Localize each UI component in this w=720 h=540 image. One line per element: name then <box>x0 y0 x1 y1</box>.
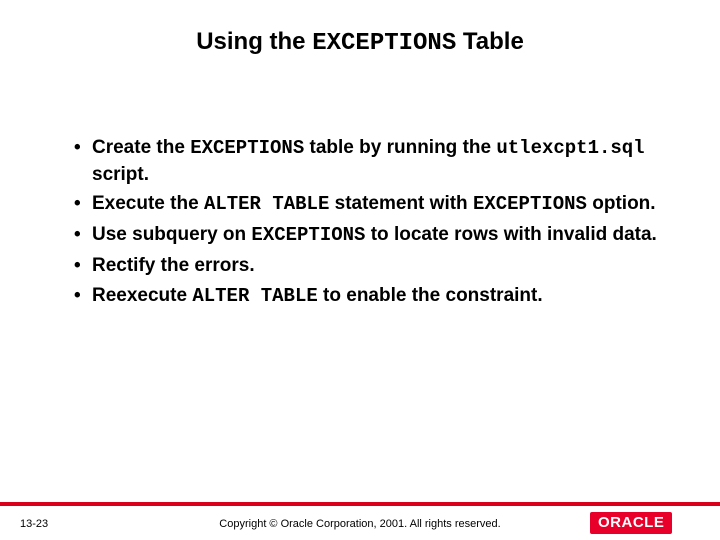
bullet-code: EXCEPTIONS <box>190 137 304 159</box>
slide-title: Using the EXCEPTIONS Table <box>0 28 720 57</box>
bullet-text: Use subquery on <box>92 224 251 245</box>
bullet-list: Create the EXCEPTIONS table by running t… <box>70 135 660 310</box>
title-code: EXCEPTIONS <box>312 30 456 57</box>
bullet-text: script. <box>92 164 149 185</box>
bullet-text: Rectify the errors. <box>92 255 255 276</box>
title-post: Table <box>456 28 524 55</box>
bullet-text: to locate rows with invalid data. <box>365 224 656 245</box>
footer: 13-23 Copyright © Oracle Corporation, 20… <box>0 506 720 540</box>
list-item: Rectify the errors. <box>70 253 660 280</box>
bullet-code: EXCEPTIONS <box>473 193 587 215</box>
slide-body: Create the EXCEPTIONS table by running t… <box>70 135 660 314</box>
list-item: Use subquery on EXCEPTIONS to locate row… <box>70 222 660 249</box>
list-item: Create the EXCEPTIONS table by running t… <box>70 135 660 187</box>
bullet-text: Reexecute <box>92 285 192 306</box>
bullet-text: table by running the <box>304 137 496 158</box>
list-item: Reexecute ALTER TABLE to enable the cons… <box>70 283 660 310</box>
bullet-text: statement with <box>329 193 473 214</box>
bullet-text: Create the <box>92 137 190 158</box>
bullet-code: EXCEPTIONS <box>251 224 365 246</box>
bullet-text: Execute the <box>92 193 204 214</box>
bullet-code: ALTER TABLE <box>192 285 317 307</box>
oracle-logo: ORACLE <box>590 511 700 535</box>
bullet-text: option. <box>587 193 656 214</box>
bullet-text: to enable the constraint. <box>318 285 543 306</box>
oracle-logo-text: ORACLE <box>590 512 672 534</box>
title-pre: Using the <box>196 28 312 55</box>
bullet-code: utlexcpt1.sql <box>496 137 644 159</box>
list-item: Execute the ALTER TABLE statement with E… <box>70 191 660 218</box>
bullet-code: ALTER TABLE <box>204 193 329 215</box>
